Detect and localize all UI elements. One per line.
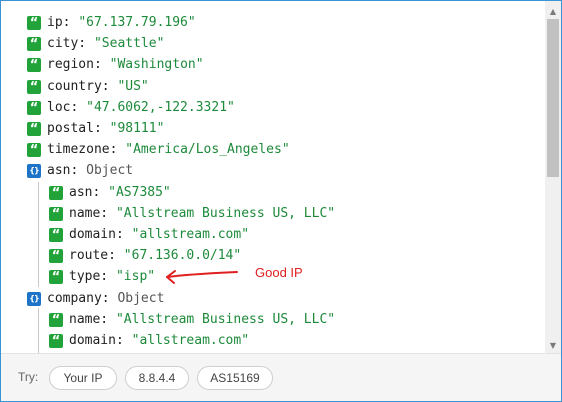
json-value: "Washington" xyxy=(109,57,204,72)
scroll-up-arrow-icon[interactable]: ▲ xyxy=(545,3,561,19)
json-value: "Seattle" xyxy=(93,36,165,51)
json-row: “ ip: "67.137.79.196" xyxy=(27,12,196,33)
json-row: “ region: "Washington" xyxy=(27,54,204,75)
annotation-label: Good IP xyxy=(255,265,303,280)
quote-icon: “ xyxy=(27,15,41,31)
json-row: “ domain: "allstream.com" xyxy=(49,224,249,245)
quote-icon: “ xyxy=(49,312,63,328)
json-object-row[interactable]: {} company: Object xyxy=(27,288,164,309)
quote-icon: “ xyxy=(27,36,41,52)
json-row: “ postal: "98111" xyxy=(27,118,164,139)
json-key: domain: xyxy=(69,333,124,348)
quote-icon: “ xyxy=(27,121,41,137)
json-value: "America/Los_Angeles" xyxy=(125,142,290,157)
red-arrow-annotation xyxy=(166,270,238,284)
json-value: Object xyxy=(86,163,134,178)
quote-icon: “ xyxy=(49,333,63,349)
quote-icon: “ xyxy=(49,227,63,243)
json-key: loc: xyxy=(47,100,79,115)
json-value: "67.137.79.196" xyxy=(78,15,196,30)
ipinfo-json-window: “ ip: "67.137.79.196" “ city: "Seattle" “ reg… xyxy=(0,0,562,402)
quote-icon: “ xyxy=(27,79,41,95)
json-value: "US" xyxy=(117,79,149,94)
json-key: timezone: xyxy=(47,142,118,157)
scroll-down-arrow-icon[interactable]: ▼ xyxy=(545,337,561,353)
json-value: Object xyxy=(117,291,165,306)
json-value: "allstream.com" xyxy=(131,227,250,242)
json-object-row[interactable]: {} asn: Object xyxy=(27,160,133,181)
json-key: ip: xyxy=(47,15,71,30)
json-row: “ asn: "AS7385" xyxy=(49,182,171,203)
json-key: asn: xyxy=(69,185,101,200)
scrollbar-thumb[interactable] xyxy=(547,19,559,177)
json-row: “ loc: "47.6062,-122.3321" xyxy=(27,97,235,118)
object-braces-icon: {} xyxy=(27,163,41,178)
json-value: "Allstream Business US, LLC" xyxy=(115,206,336,221)
json-value: "isp" xyxy=(115,269,156,284)
json-key: type: xyxy=(69,269,109,284)
chip-as15169[interactable]: AS15169 xyxy=(197,366,273,390)
json-row: “ timezone: "America/Los_Angeles" xyxy=(27,139,290,160)
quote-icon: “ xyxy=(27,57,41,73)
quote-icon: “ xyxy=(49,206,63,222)
json-key: route: xyxy=(69,248,116,263)
json-value: "98111" xyxy=(109,121,165,136)
json-value: "allstream.com" xyxy=(131,333,250,348)
quote-icon: “ xyxy=(49,248,63,264)
json-viewer: “ ip: "67.137.79.196" “ city: "Seattle" “ reg… xyxy=(1,1,545,353)
json-key: asn: xyxy=(47,163,79,178)
json-row: “ country: "US" xyxy=(27,76,149,97)
quote-icon: “ xyxy=(49,185,63,201)
chip-8-8-4-4[interactable]: 8.8.4.4 xyxy=(125,366,189,390)
json-key: domain: xyxy=(69,227,124,242)
try-bar: Try: Your IP 8.8.4.4 AS15169 xyxy=(1,353,561,401)
json-row: “ domain: "allstream.com" xyxy=(49,330,249,351)
json-row: “ type: "isp" xyxy=(49,266,155,287)
json-row: “ name: "Allstream Business US, LLC" xyxy=(49,203,335,224)
json-key: postal: xyxy=(47,121,102,136)
json-key: country: xyxy=(47,79,110,94)
json-key: region: xyxy=(47,57,102,72)
json-key: name: xyxy=(69,312,109,327)
quote-icon: “ xyxy=(49,269,63,285)
try-label: Try: xyxy=(18,370,39,384)
json-value: "AS7385" xyxy=(108,185,171,200)
company-tree-guide xyxy=(38,308,39,353)
quote-icon: “ xyxy=(27,142,41,158)
json-value: "Allstream Business US, LLC" xyxy=(115,312,336,327)
json-key: company: xyxy=(47,291,110,306)
json-value: "47.6062,-122.3321" xyxy=(86,100,235,115)
vertical-scrollbar[interactable]: ▲ ▼ xyxy=(545,1,561,353)
json-key: name: xyxy=(69,206,109,221)
quote-icon: “ xyxy=(27,100,41,116)
json-row: “ city: "Seattle" xyxy=(27,33,164,54)
json-key: city: xyxy=(47,36,87,51)
asn-tree-guide xyxy=(38,182,39,287)
object-braces-icon: {} xyxy=(27,291,41,306)
json-row: “ name: "Allstream Business US, LLC" xyxy=(49,309,335,330)
chip-your-ip[interactable]: Your IP xyxy=(49,366,117,390)
